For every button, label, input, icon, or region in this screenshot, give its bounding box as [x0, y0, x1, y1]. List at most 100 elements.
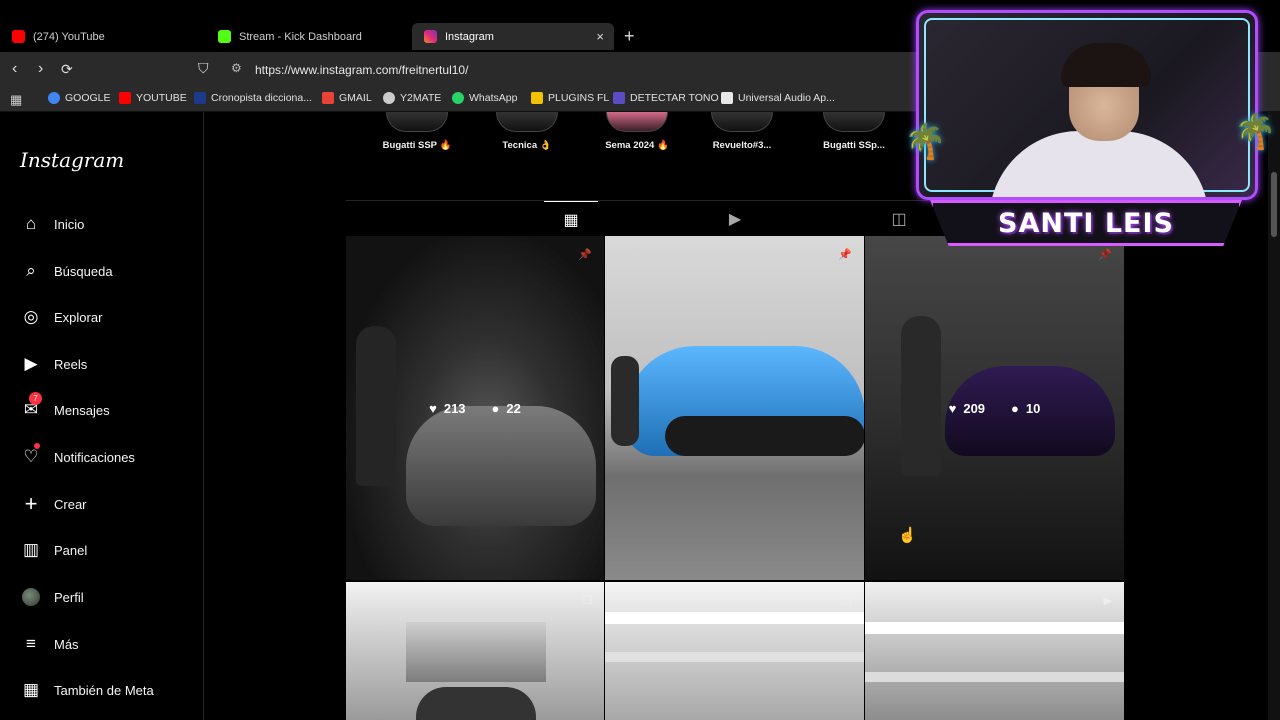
bookmark-y2mate[interactable]: Y2MATE	[383, 92, 441, 104]
garage-image	[406, 622, 546, 682]
car-front-image	[665, 416, 864, 456]
highlight-cover	[711, 112, 773, 132]
hand-cursor-icon: ☝	[898, 527, 917, 544]
webcam-overlay: 🌴 🌴 SANTI LEIS	[904, 2, 1276, 246]
tab-youtube[interactable]: (274) YouTube	[0, 23, 205, 50]
bookmark-google[interactable]: GOOGLE	[48, 92, 111, 104]
bookmark-universal-audio[interactable]: Universal Audio Ap...	[721, 92, 835, 104]
menu-icon: ≡	[26, 634, 36, 653]
folder-icon	[531, 92, 543, 104]
messenger-icon: ✉ 7	[20, 392, 42, 421]
chart-icon: ▥	[22, 540, 40, 559]
back-icon[interactable]: ‹	[12, 60, 17, 78]
sidebar-item-explorar[interactable]: ◎ Explorar	[20, 306, 103, 328]
notification-dot	[34, 443, 40, 449]
sidebar-item-mas[interactable]: ≡ Más	[20, 633, 79, 655]
highlight-cover	[386, 112, 448, 132]
comment-icon: ●	[1011, 400, 1019, 416]
streamer-name: SANTI LEIS	[998, 207, 1174, 239]
sidebar-item-inicio[interactable]: ⌂ Inicio	[20, 213, 85, 235]
search-icon: ⌕	[26, 261, 36, 280]
heart-icon: ♡	[20, 443, 42, 468]
url-field[interactable]: https://www.instagram.com/freitnertul10/	[255, 63, 468, 77]
palm-tree-icon: 🌴	[1234, 113, 1277, 151]
comments-stat: ● 10	[1011, 400, 1041, 416]
webcam-frame	[916, 10, 1258, 200]
sidebar-item-crear[interactable]: + Crear	[20, 491, 87, 516]
instagram-logo[interactable]: Instagram	[20, 148, 124, 172]
google-icon	[48, 92, 60, 104]
youtube-icon	[119, 92, 131, 104]
forward-icon[interactable]: ›	[38, 60, 43, 78]
browser-window: (274) YouTube Stream - Kick Dashboard In…	[0, 0, 1280, 720]
sidebar-item-reels[interactable]: ▶ Reels	[20, 353, 87, 375]
dictionary-icon	[194, 92, 206, 104]
bookmark-youtube[interactable]: YOUTUBE	[119, 92, 187, 104]
reel-icon: ▶	[1103, 595, 1112, 607]
sidebar-item-mensajes[interactable]: ✉ 7 Mensajes	[20, 392, 110, 421]
post-tile[interactable]: 📌	[605, 236, 864, 580]
site-settings-icon[interactable]: ⚙	[231, 61, 242, 75]
tab-instagram[interactable]: Instagram ×	[412, 23, 614, 50]
palm-tree-icon: 🌴	[904, 123, 947, 161]
highlight-item[interactable]: Sema 2024 🔥	[587, 112, 687, 151]
streamer-nameplate: SANTI LEIS	[930, 200, 1242, 246]
sidebar: Instagram ⌂ Inicio ⌕ Búsqueda ◎ Explorar…	[0, 112, 204, 720]
sidebar-item-tambien-de-meta[interactable]: ▦ También de Meta	[20, 679, 154, 701]
likes-stat: ♥ 209	[948, 400, 986, 416]
highlight-item[interactable]: Tecnica 👌	[477, 112, 577, 151]
y2mate-icon	[383, 92, 395, 104]
instagram-icon	[424, 30, 437, 43]
heart-filled-icon: ♥	[429, 400, 437, 416]
new-tab-button[interactable]: +	[624, 26, 635, 47]
bookmark-gmail[interactable]: GMAIL	[322, 92, 372, 104]
page-scrollbar[interactable]	[1268, 112, 1280, 720]
ceiling-light	[865, 672, 1124, 682]
carousel-icon: ❐	[842, 595, 852, 607]
whatsapp-icon	[452, 92, 464, 104]
comment-icon: ●	[491, 400, 500, 416]
sidebar-item-perfil[interactable]: Perfil	[20, 586, 84, 608]
highlight-item[interactable]: Bugatti SSP 🔥	[367, 112, 467, 151]
reload-icon[interactable]: ⟳	[61, 61, 73, 78]
avatar	[22, 588, 40, 606]
scrollbar-thumb[interactable]	[1271, 172, 1277, 237]
post-tile[interactable]: ▶	[865, 582, 1124, 720]
tab-label: Stream - Kick Dashboard	[239, 30, 362, 43]
bookmark-detectar-tono[interactable]: DETECTAR TONO	[613, 92, 719, 104]
tone-icon	[613, 92, 625, 104]
tab-label: (274) YouTube	[33, 30, 105, 43]
post-tile[interactable]: 📌 ♥ 213 ● 22	[346, 236, 604, 580]
carousel-icon: ❐	[582, 595, 592, 607]
highlight-item[interactable]: Bugatti SSp...	[804, 112, 904, 151]
highlight-cover	[606, 112, 668, 132]
bookmark-cronopista[interactable]: Cronopista dicciona...	[194, 92, 312, 104]
highlight-item[interactable]: Revuelto#3...	[692, 112, 792, 151]
reels-icon: ▶	[24, 354, 38, 373]
tab-posts[interactable]: ▦	[544, 201, 598, 237]
sidebar-item-notificaciones[interactable]: ♡ Notificaciones	[20, 443, 135, 468]
highlight-cover	[496, 112, 558, 132]
plus-icon: +	[24, 491, 38, 516]
ceiling-light	[865, 622, 1124, 634]
post-tile[interactable]: ❐	[346, 582, 604, 720]
heart-filled-icon: ♥	[948, 400, 957, 416]
post-hover-overlay: ♥ 213 ● 22	[346, 236, 604, 580]
tab-reels[interactable]: ▶	[708, 201, 762, 237]
post-tile[interactable]: ❐	[605, 582, 864, 720]
bookmark-whatsapp[interactable]: WhatsApp	[452, 92, 517, 104]
apps-grid-icon[interactable]: ▦	[10, 92, 22, 108]
bookmark-icon[interactable]: ⛉	[198, 60, 209, 77]
close-icon[interactable]: ×	[596, 29, 604, 44]
meta-icon: ▦	[22, 680, 40, 699]
comments-stat: ● 22	[491, 400, 521, 416]
sidebar-item-panel[interactable]: ▥ Panel	[20, 539, 87, 561]
ceiling-light	[605, 652, 864, 662]
highlight-cover	[823, 112, 885, 132]
grid-icon: ▦	[563, 211, 579, 229]
ceiling-light	[605, 612, 864, 624]
tab-kick[interactable]: Stream - Kick Dashboard	[206, 23, 411, 50]
bookmark-plugins-fl[interactable]: PLUGINS FL	[531, 92, 609, 104]
tagged-icon: ◫	[891, 211, 907, 228]
sidebar-item-busqueda[interactable]: ⌕ Búsqueda	[20, 260, 112, 282]
